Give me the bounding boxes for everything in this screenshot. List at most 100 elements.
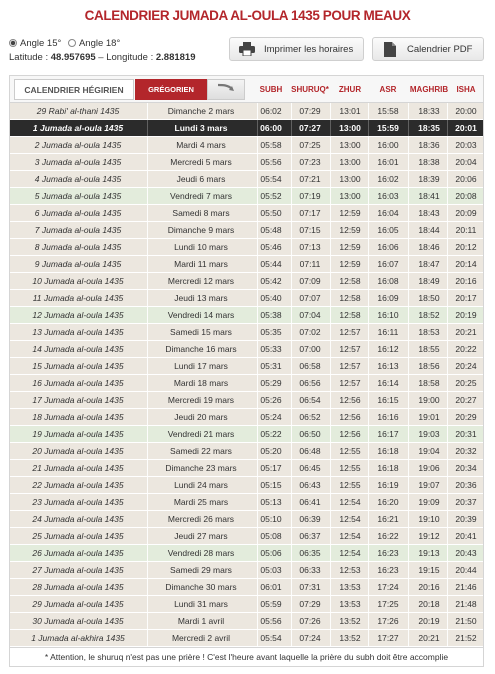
shuruq-time: 06:35	[299, 548, 321, 558]
column-divider	[447, 477, 448, 493]
column-divider	[447, 239, 448, 255]
gregorian-date: Vendredi 28 mars	[167, 548, 235, 558]
column-divider	[330, 409, 331, 425]
hegirian-date: 17 Jumada al-oula 1435	[32, 395, 124, 405]
column-divider	[368, 460, 369, 476]
angle-15-radio[interactable]	[9, 39, 17, 47]
asr-time: 16:04	[377, 208, 399, 218]
gregorian-date: Mardi 25 mars	[173, 497, 229, 507]
zhur-time: 12:59	[339, 225, 361, 235]
column-divider	[368, 477, 369, 493]
gregorian-date: Mardi 4 mars	[176, 140, 226, 150]
column-divider	[408, 324, 409, 340]
angle-18-option[interactable]: Angle 18°	[67, 38, 120, 49]
column-divider	[368, 103, 369, 119]
asr-time: 17:26	[377, 616, 399, 626]
column-divider	[368, 596, 369, 612]
pdf-button[interactable]: Calendrier PDF	[372, 37, 484, 61]
angle-18-radio[interactable]	[67, 39, 76, 47]
column-divider	[330, 443, 331, 459]
table-row: 24 Jumada al-oula 1435 Mercredi 26 mars 05…	[10, 511, 483, 528]
column-divider	[408, 188, 409, 204]
column-divider	[408, 579, 409, 595]
zhur-time: 13:00	[339, 174, 361, 184]
column-divider	[291, 494, 292, 510]
table-header: CALENDRIER HÉGIRIEN GRÉGORIEN SUBH SHURU…	[9, 75, 484, 103]
calendar-toggle-button[interactable]	[207, 79, 245, 100]
table-row: 14 Jumada al-oula 1435 Dimanche 16 mars 05…	[10, 341, 483, 358]
gregorian-date: Lundi 17 mars	[174, 361, 228, 371]
hegirian-date: 3 Jumada al-oula 1435	[34, 157, 122, 167]
shuruq-time: 06:41	[299, 497, 321, 507]
subh-time: 05:20	[260, 446, 282, 456]
shuruq-time: 07:25	[299, 140, 321, 150]
shuruq-time: 07:13	[299, 242, 321, 252]
isha-time: 21:52	[455, 633, 477, 643]
column-divider	[408, 171, 409, 187]
column-divider	[408, 222, 409, 238]
maghrib-time: 19:12	[418, 531, 440, 541]
column-divider	[408, 290, 409, 306]
column-divider	[330, 392, 331, 408]
pdf-button-label: Calendrier PDF	[407, 43, 473, 55]
hegirian-date: 21 Jumada al-oula 1435	[32, 463, 124, 473]
maghrib-time: 18:41	[418, 191, 440, 201]
column-divider	[291, 477, 292, 493]
subh-time: 05:44	[260, 259, 282, 269]
hegirian-date: 1 Jumada al-akhira 1435	[31, 633, 125, 643]
zhur-time: 13:53	[339, 582, 361, 592]
table-row: 4 Jumada al-oula 1435 Jeudi 6 mars 05:54 07…	[10, 171, 483, 188]
column-divider	[447, 188, 448, 204]
angle-selector: Angle 15° Angle 18°	[9, 38, 124, 49]
table-row: 21 Jumada al-oula 1435 Dimanche 23 mars 05…	[10, 460, 483, 477]
subh-time: 05:15	[260, 480, 282, 490]
column-divider	[368, 579, 369, 595]
subh-time: 06:01	[260, 582, 282, 592]
zhur-time: 12:55	[339, 446, 361, 456]
shuruq-time: 06:54	[299, 395, 321, 405]
tab-hegirian[interactable]: CALENDRIER HÉGIRIEN	[14, 79, 134, 100]
column-divider	[330, 426, 331, 442]
zhur-time: 12:55	[339, 480, 361, 490]
zhur-time: 12:54	[339, 548, 361, 558]
asr-time: 17:25	[377, 599, 399, 609]
asr-time: 16:09	[377, 293, 399, 303]
subh-time: 05:33	[260, 344, 282, 354]
pdf-document-icon	[379, 38, 401, 60]
column-divider	[408, 120, 409, 136]
column-divider	[408, 358, 409, 374]
isha-time: 20:44	[455, 565, 477, 575]
column-divider	[447, 273, 448, 289]
angle-15-option[interactable]: Angle 15°	[9, 38, 61, 49]
column-divider	[368, 494, 369, 510]
hegirian-date: 9 Jumada al-oula 1435	[34, 259, 122, 269]
shuruq-time: 07:00	[299, 344, 321, 354]
zhur-time: 13:00	[339, 157, 361, 167]
gregorian-date: Samedi 22 mars	[170, 446, 232, 456]
isha-time: 20:37	[455, 497, 477, 507]
print-button-label: Imprimer les horaires	[264, 43, 354, 55]
column-divider	[408, 392, 409, 408]
column-divider	[330, 460, 331, 476]
column-divider	[368, 290, 369, 306]
column-divider	[291, 562, 292, 578]
zhur-time: 12:57	[339, 361, 361, 371]
asr-time: 16:12	[377, 344, 399, 354]
shuruq-time: 06:37	[299, 531, 321, 541]
print-button[interactable]: Imprimer les horaires	[229, 37, 364, 61]
asr-time: 15:58	[377, 106, 399, 116]
subh-time: 05:46	[260, 242, 282, 252]
column-divider	[447, 511, 448, 527]
isha-time: 20:12	[455, 242, 477, 252]
maghrib-time: 18:49	[418, 276, 440, 286]
column-divider	[368, 307, 369, 323]
maghrib-time: 18:36	[418, 140, 440, 150]
subh-time: 05:03	[260, 565, 282, 575]
isha-time: 20:24	[455, 361, 477, 371]
subh-time: 05:58	[260, 140, 282, 150]
tab-gregorian[interactable]: GRÉGORIEN	[135, 79, 207, 100]
column-divider	[330, 188, 331, 204]
subh-time: 05:13	[260, 497, 282, 507]
column-divider	[291, 188, 292, 204]
maghrib-time: 19:04	[418, 446, 440, 456]
